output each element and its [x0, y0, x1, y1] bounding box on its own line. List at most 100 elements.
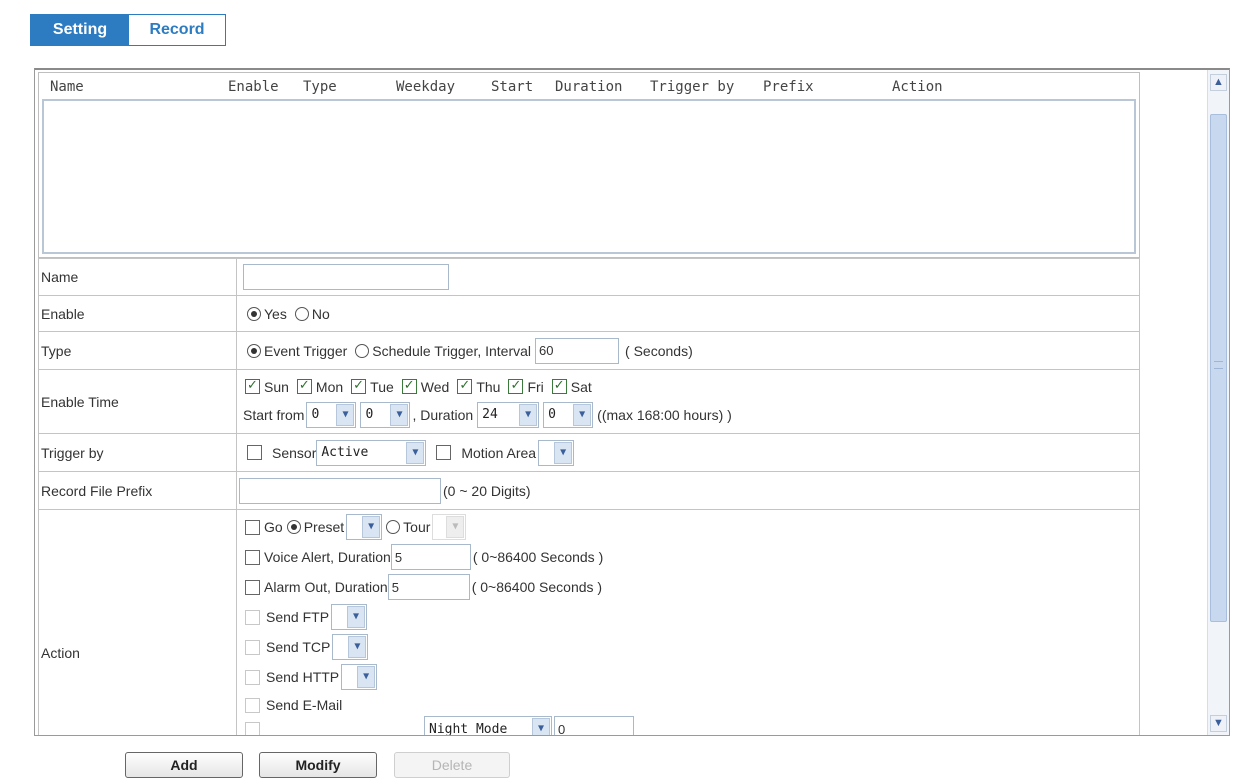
partial-line: Night Mode ▼	[243, 716, 1139, 736]
wed-checkbox[interactable]	[401, 377, 417, 394]
tab-setting[interactable]: Setting	[31, 15, 129, 45]
send-http-label: Send HTTP	[266, 669, 340, 685]
partial-value-input[interactable]	[554, 716, 634, 735]
preset-select[interactable]: ▼	[346, 514, 383, 540]
go-checkbox[interactable]	[245, 519, 260, 535]
wed-label: Wed	[420, 378, 450, 395]
night-mode-select[interactable]: Night Mode ▼	[424, 716, 552, 736]
row-record-prefix: Record File Prefix (0 ~ 20 Digits)	[38, 472, 1140, 510]
send-ftp-line: Send FTP ▼	[243, 602, 1139, 632]
vertical-scrollbar[interactable]: ▲ ▼	[1207, 70, 1229, 735]
goto-line: Go Preset ▼ Tour ▼	[243, 512, 1139, 542]
scroll-thumb[interactable]	[1210, 114, 1227, 622]
send-email-checkbox[interactable]	[245, 697, 260, 713]
send-tcp-checkbox[interactable]	[245, 639, 260, 655]
send-http-line: Send HTTP ▼	[243, 662, 1139, 692]
modify-button[interactable]: Modify	[259, 752, 377, 778]
enable-no-label: No	[311, 305, 330, 322]
mon-label: Mon	[315, 378, 344, 395]
chevron-down-icon: ▼	[348, 636, 367, 658]
chevron-down-icon: ▼	[446, 516, 465, 538]
voice-alert-checkbox[interactable]	[245, 549, 260, 565]
fri-label: Fri	[527, 378, 544, 395]
event-list-header: Name Enable Type Weekday Start Duration …	[39, 73, 1139, 101]
partial-checkbox[interactable]	[245, 721, 260, 735]
night-mode-value: Night Mode	[429, 721, 508, 736]
preset-label: Preset	[303, 519, 345, 535]
tue-label: Tue	[370, 378, 394, 395]
scroll-down-icon[interactable]: ▼	[1210, 715, 1227, 732]
duration-min-select[interactable]: 0 ▼	[543, 401, 594, 428]
send-ftp-label: Send FTP	[266, 609, 330, 625]
start-hour-select[interactable]: 0 ▼	[306, 401, 357, 428]
tour-radio[interactable]	[386, 520, 401, 534]
send-email-line: Send E-Mail	[243, 692, 1139, 718]
row-enable: Enable Yes No	[38, 296, 1140, 332]
send-ftp-select[interactable]: ▼	[331, 604, 368, 630]
tab-record[interactable]: Record	[129, 15, 225, 45]
sun-checkbox[interactable]	[245, 377, 260, 394]
chevron-down-icon: ▼	[347, 606, 366, 628]
grip-icon	[1214, 361, 1223, 369]
motion-area-select[interactable]: ▼	[538, 439, 575, 466]
trigger-by-label: Trigger by	[39, 434, 237, 471]
voice-alert-label: Voice Alert, Duration	[264, 549, 391, 565]
enable-no-radio[interactable]	[294, 306, 309, 321]
sensor-state-value: Active	[321, 445, 369, 460]
go-label: Go	[264, 519, 283, 535]
event-trigger-radio[interactable]	[247, 343, 261, 358]
schedule-trigger-radio[interactable]	[355, 343, 370, 358]
delete-button[interactable]: Delete	[394, 752, 510, 778]
start-from-label: Start from	[243, 406, 305, 423]
tour-select[interactable]: ▼	[432, 514, 467, 540]
event-form: Name Enable Yes No Type Event Trigger Sc…	[38, 258, 1140, 736]
fri-checkbox[interactable]	[508, 377, 524, 394]
sensor-state-select[interactable]: Active ▼	[316, 439, 427, 466]
duration-label: , Duration	[412, 406, 474, 423]
chevron-down-icon: ▼	[406, 441, 425, 464]
enable-yes-label: Yes	[264, 305, 287, 322]
voice-duration-input[interactable]	[390, 544, 471, 570]
col-action: Action	[892, 79, 943, 95]
sun-label: Sun	[264, 378, 289, 395]
interval-unit: ( Seconds)	[625, 342, 693, 359]
interval-input[interactable]	[535, 337, 620, 364]
alarm-out-line: Alarm Out, Duration ( 0~86400 Seconds )	[243, 572, 1139, 602]
duration-hour-value: 24	[482, 407, 498, 422]
chevron-down-icon: ▼	[573, 403, 592, 426]
chevron-down-icon: ▼	[554, 441, 573, 464]
weekday-checkboxes: Sun Mon Tue Wed Thu Fri Sat	[243, 374, 1139, 400]
row-name: Name	[38, 258, 1140, 296]
col-prefix: Prefix	[763, 79, 814, 95]
send-ftp-checkbox[interactable]	[245, 609, 260, 625]
settings-frame: Name Enable Type Weekday Start Duration …	[34, 68, 1230, 736]
alarm-out-checkbox[interactable]	[245, 579, 260, 595]
send-tcp-line: Send TCP ▼	[243, 632, 1139, 662]
sat-checkbox[interactable]	[551, 377, 567, 394]
start-min-select[interactable]: 0 ▼	[360, 401, 411, 428]
row-enable-time: Enable Time Sun Mon Tue Wed Thu Fri Sat	[38, 370, 1140, 434]
chevron-down-icon: ▼	[357, 666, 376, 688]
col-weekday: Weekday	[396, 79, 456, 95]
record-prefix-input[interactable]	[239, 477, 441, 504]
event-list[interactable]	[42, 99, 1136, 254]
tue-checkbox[interactable]	[351, 377, 367, 394]
preset-radio[interactable]	[286, 520, 301, 534]
start-min-value: 0	[365, 407, 374, 422]
motion-area-checkbox[interactable]	[436, 445, 452, 460]
send-http-select[interactable]: ▼	[341, 664, 378, 690]
col-name: Name	[50, 79, 84, 95]
sensor-checkbox[interactable]	[247, 445, 262, 460]
send-http-checkbox[interactable]	[245, 669, 260, 685]
alarm-duration-input[interactable]	[387, 574, 470, 600]
row-type: Type Event Trigger Schedule Trigger, Int…	[38, 332, 1140, 370]
duration-hour-select[interactable]: 24 ▼	[477, 401, 540, 428]
thu-checkbox[interactable]	[457, 377, 473, 394]
enable-yes-radio[interactable]	[247, 306, 261, 321]
add-button[interactable]: Add	[125, 752, 243, 778]
name-input[interactable]	[243, 264, 449, 290]
tour-label: Tour	[403, 519, 431, 535]
mon-checkbox[interactable]	[296, 377, 312, 394]
send-tcp-select[interactable]: ▼	[332, 634, 369, 660]
scroll-up-icon[interactable]: ▲	[1210, 74, 1227, 91]
